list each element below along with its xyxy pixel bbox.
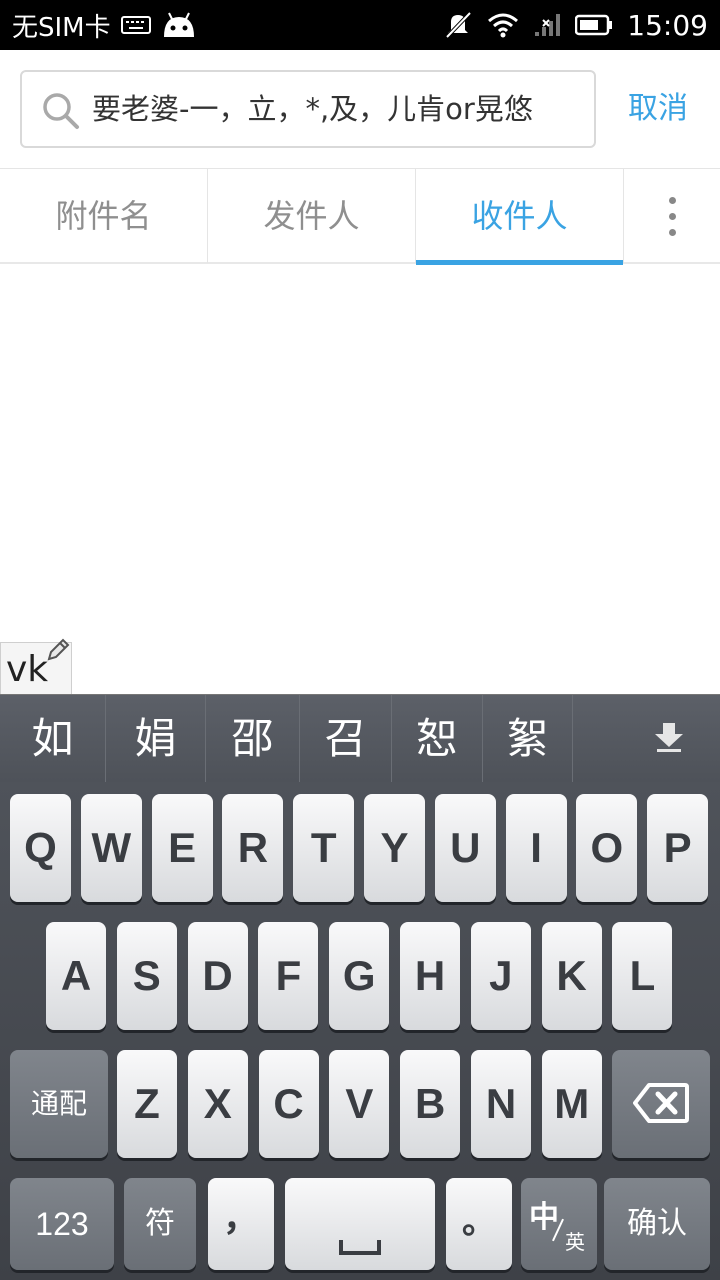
clock: 15:09: [627, 8, 708, 42]
search-query: 要老婆-一，立，*,及，儿肯or晃悠: [92, 92, 533, 126]
symbols-key-label: 符: [145, 1207, 175, 1240]
period-key[interactable]: 。: [446, 1178, 512, 1270]
carrier-label: 无SIM卡: [12, 12, 111, 43]
language-switch-key[interactable]: 中 英: [521, 1178, 597, 1270]
tab-sender[interactable]: 发件人: [208, 169, 416, 263]
tab-attachment-name[interactable]: 附件名: [0, 169, 208, 263]
lang-sub-label: 英: [565, 1232, 585, 1254]
key-x[interactable]: X: [187, 1050, 248, 1158]
key-l[interactable]: L: [612, 922, 673, 1030]
muted-icon: [443, 10, 473, 40]
space-key[interactable]: [285, 1178, 435, 1270]
wifi-icon: [487, 12, 519, 38]
confirm-key-label: 确认: [627, 1207, 687, 1240]
cancel-button[interactable]: 取消: [608, 70, 708, 148]
search-icon: [40, 90, 82, 132]
confirm-key[interactable]: 确认: [604, 1178, 710, 1270]
collapse-keyboard-button[interactable]: [573, 695, 720, 782]
key-c[interactable]: C: [258, 1050, 319, 1158]
space-icon: [338, 1218, 382, 1266]
candidate-item[interactable]: 娟: [106, 695, 206, 783]
composing-text-popup[interactable]: vk: [0, 638, 72, 694]
candidate-item[interactable]: 邵: [206, 695, 300, 783]
results-area: [0, 266, 720, 694]
comma-key-label: ，: [222, 1197, 259, 1238]
more-options-button[interactable]: [624, 169, 720, 263]
key-z[interactable]: Z: [117, 1050, 177, 1158]
key-v[interactable]: V: [329, 1050, 390, 1158]
key-r[interactable]: R: [222, 794, 284, 902]
status-bar: 无SIM卡 15:09: [0, 0, 720, 50]
pencil-icon: [45, 637, 71, 663]
key-j[interactable]: J: [470, 922, 531, 1030]
backspace-key[interactable]: [612, 1050, 710, 1158]
android-icon: [161, 11, 197, 39]
numbers-key[interactable]: 123: [10, 1178, 114, 1270]
signal-icon: [533, 12, 561, 38]
key-q[interactable]: Q: [10, 794, 71, 902]
key-i[interactable]: I: [505, 794, 567, 902]
keyboard-icon: [120, 15, 151, 35]
candidate-bar: 如 娟 邵 召 恕 絮: [0, 694, 720, 783]
candidate-item[interactable]: 召: [300, 695, 392, 783]
key-p[interactable]: P: [647, 794, 709, 902]
lang-main-label: 中: [529, 1201, 559, 1234]
search-scope-tabs: 附件名 发件人 收件人: [0, 168, 720, 265]
more-dot-icon: [668, 228, 676, 236]
key-m[interactable]: M: [541, 1050, 602, 1158]
key-d[interactable]: D: [187, 922, 248, 1030]
backspace-icon: [633, 1082, 689, 1134]
candidate-item[interactable]: 絮: [483, 695, 573, 783]
numbers-key-label: 123: [35, 1206, 89, 1242]
period-key-label: 。: [462, 1203, 496, 1241]
candidate-item[interactable]: 如: [0, 695, 106, 783]
battery-icon: [575, 14, 613, 36]
key-n[interactable]: N: [471, 1050, 531, 1158]
composing-text: vk: [6, 649, 49, 690]
key-a[interactable]: A: [46, 922, 106, 1030]
key-b[interactable]: B: [400, 1050, 461, 1158]
search-input[interactable]: 要老婆-一，立，*,及，儿肯or晃悠: [20, 70, 596, 148]
key-s[interactable]: S: [116, 922, 177, 1030]
key-u[interactable]: U: [434, 794, 496, 902]
key-t[interactable]: T: [293, 794, 355, 902]
key-h[interactable]: H: [400, 922, 460, 1030]
key-g[interactable]: G: [329, 922, 390, 1030]
more-dot-icon: [668, 196, 676, 204]
key-f[interactable]: F: [258, 922, 319, 1030]
key-k[interactable]: K: [541, 922, 602, 1030]
more-dot-icon: [668, 212, 676, 220]
arrow-down-icon: [652, 721, 686, 757]
tab-recipient[interactable]: 收件人: [416, 169, 624, 265]
comma-key[interactable]: ，: [208, 1178, 274, 1270]
key-y[interactable]: Y: [364, 794, 425, 902]
search-header: 要老婆-一，立，*,及，儿肯or晃悠 取消: [0, 50, 720, 168]
symbols-key[interactable]: 符: [124, 1178, 196, 1270]
wildcard-key-label: 通配: [30, 1088, 87, 1119]
keyboard: 通配 123 符 ， 。 中 英 确认 QWERTYUIOP ASDFGHJKL Z…: [0, 782, 720, 1280]
key-o[interactable]: O: [576, 794, 638, 902]
candidate-item[interactable]: 恕: [392, 695, 483, 783]
wildcard-key[interactable]: 通配: [10, 1050, 108, 1158]
key-e[interactable]: E: [151, 794, 213, 902]
key-w[interactable]: W: [80, 794, 142, 902]
